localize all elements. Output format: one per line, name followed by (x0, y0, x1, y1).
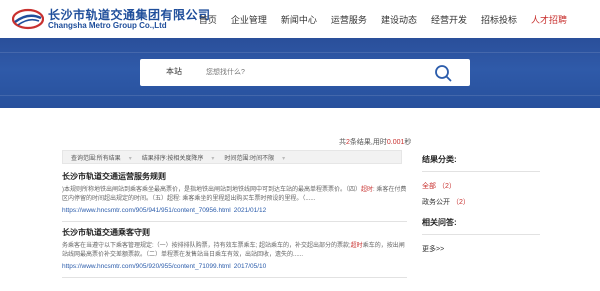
filter-sort[interactable]: 结果排序:按相关度降序 ▾ (142, 153, 215, 162)
filter-label: 时间范围: (224, 155, 251, 162)
category-all[interactable]: 全部 （2） (422, 181, 542, 191)
filter-dropdown-icon: ▾ (211, 155, 215, 162)
result-date: 2017/05/10 (233, 263, 267, 270)
search-box: 本站 (140, 59, 470, 86)
banner-decor-line (0, 52, 600, 53)
filter-value: 所有结果 (96, 155, 121, 162)
snippet-highlight: 超时 (350, 243, 363, 249)
result-url[interactable]: https://www.hncsmtr.com/905/920/955/cont… (62, 263, 231, 270)
filter-time[interactable]: 时间范围:时间不限 ▾ (224, 153, 285, 162)
logo-name-en: Changsha Metro Group Co.,Ltd (48, 21, 167, 30)
category-name: 全部 (422, 183, 436, 190)
site-header: 长沙市轨道交通集团有限公司 Changsha Metro Group Co.,L… (0, 0, 600, 38)
more-link[interactable]: 更多>> (422, 244, 542, 254)
result-item: 长沙市轨道交通运营服务规则 )本规则所称地铁出闸站到乘客乘坐最高票价，是指地铁出… (62, 171, 407, 214)
result-item: 长沙市轨道交通乘客守则 务乘客在当遵守以下乘客管理规定:（一）按排排队购票，持有… (62, 227, 407, 270)
result-divider (62, 277, 407, 278)
filter-dropdown-icon: ▾ (282, 155, 286, 162)
result-snippet: )本规则所称地铁出闸站到乘客乘坐最高票价，是指地铁出闸站到地铁线网中可到达车站的… (62, 186, 407, 204)
summary-mid: 条结果,用时 (349, 139, 387, 146)
filter-scope[interactable]: 查询范围:所有结果 ▾ (71, 153, 132, 162)
filter-dropdown-icon: ▾ (128, 155, 132, 162)
filter-value: 按相关度降序 (167, 155, 204, 162)
nav-bidding[interactable]: 招标投标 (474, 13, 524, 26)
filter-bar: 查询范围:所有结果 ▾ 结果排序:按相关度降序 ▾ 时间范围:时间不限 ▾ (62, 150, 402, 164)
snippet-text: )本规则所称地铁出闸站到乘客乘坐最高票价，是指地铁出闸站到地铁线网中可到达车站的… (62, 187, 362, 193)
filter-label: 结果排序: (141, 155, 168, 162)
search-scope-select[interactable]: 本站 (148, 66, 200, 77)
nav-recruitment[interactable]: 人才招聘 (524, 13, 574, 26)
category-government[interactable]: 政务公开 （2） (422, 197, 542, 207)
result-meta: https://www.hncsmtr.com/905/920/955/cont… (62, 263, 407, 270)
snippet-text: 务乘客在当遵守以下乘客管理规定:（一）按排排队购票，持有效车票乘车; 超站乘车的… (62, 243, 351, 249)
result-title[interactable]: 长沙市轨道交通乘客守则 (62, 227, 407, 238)
result-divider (62, 221, 407, 222)
search-input[interactable] (206, 63, 416, 82)
result-summary: 共2条结果,用时0.001秒 (339, 137, 411, 147)
summary-unit: 秒 (404, 139, 412, 146)
nav-home[interactable]: 首页 (192, 13, 224, 26)
search-banner: 本站 (0, 38, 600, 108)
results-sidebar: 结果分类: 全部 （2） 政务公开 （2） 相关问答: 更多>> (422, 154, 542, 254)
result-snippet: 务乘客在当遵守以下乘客管理规定:（一）按排排队购票，持有效车票乘车; 超站乘车的… (62, 242, 407, 260)
nav-enterprise[interactable]: 企业管理 (224, 13, 274, 26)
nav-news[interactable]: 新闻中心 (274, 13, 324, 26)
nav-operation[interactable]: 运营服务 (324, 13, 374, 26)
result-title[interactable]: 长沙市轨道交通运营服务规则 (62, 171, 407, 182)
main-nav: 首页 企业管理 新闻中心 运营服务 建设动态 经营开发 招标投标 人才招聘 (192, 0, 574, 38)
site-logo[interactable]: 长沙市轨道交通集团有限公司 Changsha Metro Group Co.,L… (12, 6, 210, 32)
result-url[interactable]: https://www.hncsmtr.com/905/941/951/cont… (62, 207, 231, 214)
category-name: 政务公开 (422, 199, 450, 206)
category-count: （2） (452, 199, 470, 206)
filter-label: 查询范围: (71, 155, 97, 162)
search-icon[interactable] (434, 64, 452, 82)
sidebar-rule (422, 171, 540, 172)
search-time: 0.001 (386, 139, 405, 146)
search-results-area: 共2条结果,用时0.001秒 查询范围:所有结果 ▾ 结果排序:按相关度降序 ▾ 时… (0, 108, 600, 291)
banner-decor-line (0, 95, 600, 96)
metro-logo-icon (12, 8, 44, 30)
nav-construction[interactable]: 建设动态 (374, 13, 424, 26)
summary-prefix: 共 (339, 139, 346, 146)
snippet-highlight: 超时 (361, 187, 374, 193)
filter-value: 时间不限 (250, 155, 275, 162)
nav-business[interactable]: 经营开发 (424, 13, 474, 26)
category-count: （2） (438, 183, 456, 190)
related-title: 相关问答: (422, 218, 457, 227)
sidebar-rule (422, 234, 540, 235)
result-date: 2021/01/12 (233, 207, 267, 214)
result-meta: https://www.hncsmtr.com/905/941/951/cont… (62, 207, 407, 214)
classify-title: 结果分类: (422, 155, 457, 164)
